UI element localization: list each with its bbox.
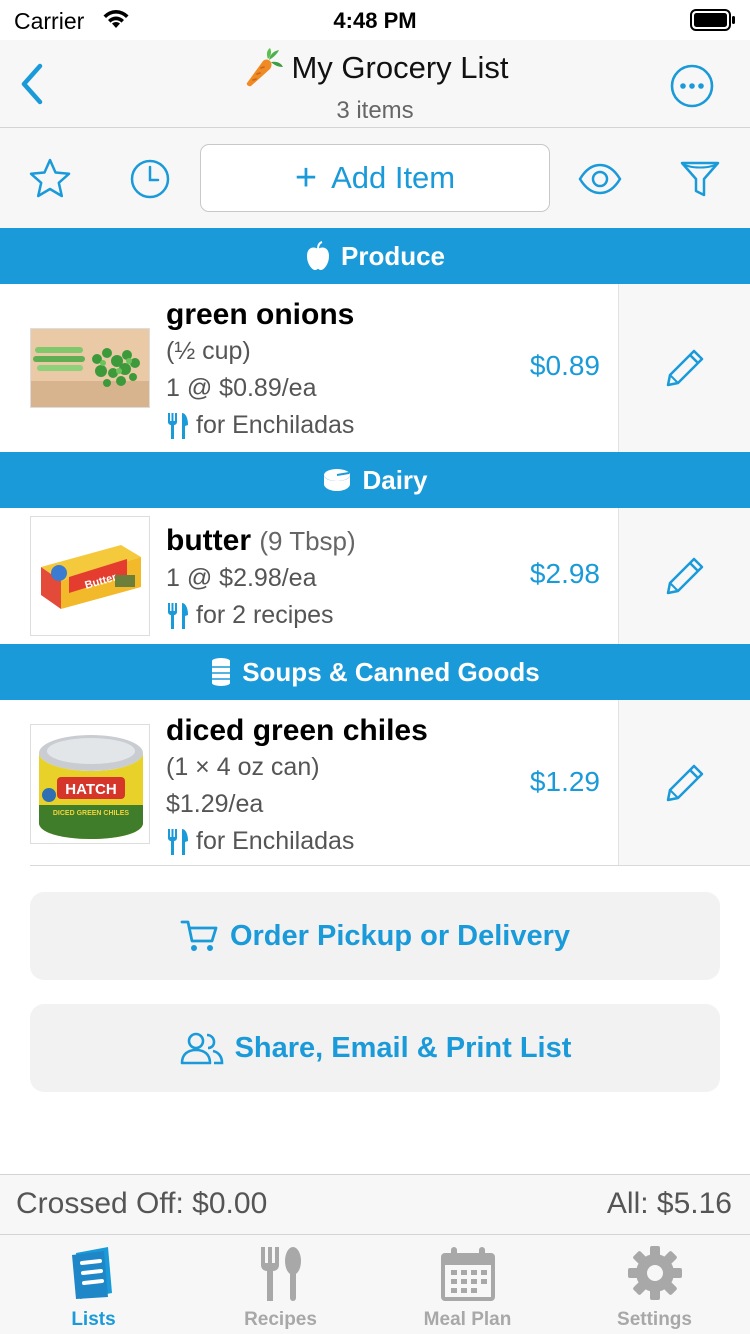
filter-button[interactable] xyxy=(678,157,722,201)
all-total: All: $5.16 xyxy=(606,1187,732,1220)
can-icon xyxy=(212,658,231,686)
list-title: My Grocery List xyxy=(291,50,509,85)
tab-lists[interactable]: Lists xyxy=(0,1235,187,1334)
battery-icon xyxy=(690,9,736,36)
totals-bar: Crossed Off: $0.00 All: $5.16 xyxy=(0,1174,750,1234)
fork-knife-icon xyxy=(168,828,188,855)
cheese-icon xyxy=(324,469,351,491)
hatch-brand-label: HATCH xyxy=(65,781,116,798)
item-recipe-label: for Enchiladas xyxy=(196,411,355,439)
item-details: butter (9 Tbsp) 1 @ $2.98/ea for 2 recip… xyxy=(166,522,356,634)
order-pickup-delivery-button[interactable]: Order Pickup or Delivery xyxy=(30,892,720,980)
pencil-icon xyxy=(666,349,703,387)
navigation-bar: My Grocery List 3 items xyxy=(0,40,750,128)
funnel-icon xyxy=(680,161,720,197)
item-recipe: for 2 recipes xyxy=(166,597,356,634)
tab-recipes[interactable]: Recipes xyxy=(187,1235,374,1334)
tab-label: Recipes xyxy=(244,1309,317,1330)
item-name: butter xyxy=(166,524,251,557)
clock-label: 4:48 PM xyxy=(333,8,417,33)
item-details: diced green chiles (1 × 4 oz can) $1.29/… xyxy=(166,712,428,860)
item-price: $2.98 xyxy=(529,558,600,589)
pencil-icon xyxy=(666,557,703,595)
list-toolbar: + Add Item xyxy=(0,128,750,228)
item-recipe-label: for 2 recipes xyxy=(196,601,334,629)
item-unit-price: 1 @ $0.89/ea xyxy=(166,374,317,402)
favorites-button[interactable] xyxy=(28,157,72,201)
item-recipe-label: for Enchiladas xyxy=(196,827,355,855)
section-title: Soups & Canned Goods xyxy=(242,656,540,687)
tab-bar: Lists Recipes Meal Plan Settings xyxy=(0,1234,750,1334)
share-button-label: Share, Email & Print List xyxy=(234,1031,572,1064)
item-recipe: for Enchiladas xyxy=(166,823,428,860)
item-quantity: (½ cup) xyxy=(166,337,251,365)
edit-item-button[interactable] xyxy=(618,284,750,452)
more-options-button[interactable] xyxy=(670,64,714,108)
tab-label: Settings xyxy=(617,1309,692,1330)
tab-settings[interactable]: Settings xyxy=(561,1235,748,1334)
clock-icon xyxy=(130,159,170,199)
fork-knife-icon xyxy=(168,412,188,439)
plus-icon: + xyxy=(294,157,318,199)
item-name: diced green chiles xyxy=(166,714,428,747)
page-title: My Grocery List xyxy=(241,46,509,90)
calendar-icon xyxy=(440,1247,495,1301)
crossed-off-total: Crossed Off: $0.00 xyxy=(16,1187,268,1220)
tab-label: Lists xyxy=(71,1309,116,1330)
item-image-butter: Butter xyxy=(30,516,150,636)
list-icon xyxy=(71,1247,112,1299)
nav-title-group: My Grocery List 3 items xyxy=(0,46,750,125)
item-quantity: (1 × 4 oz can) xyxy=(166,753,320,781)
share-email-print-button[interactable]: Share, Email & Print List xyxy=(30,1004,720,1092)
recent-items-button[interactable] xyxy=(128,157,172,201)
star-icon xyxy=(29,158,71,198)
carrot-icon xyxy=(247,48,284,87)
section-title: Produce xyxy=(340,240,446,271)
item-unit-price: 1 @ $2.98/ea xyxy=(166,564,317,592)
item-recipe: for Enchiladas xyxy=(166,407,354,444)
edit-item-button[interactable] xyxy=(618,508,750,644)
item-unit-price: $1.29/ea xyxy=(166,790,264,818)
view-options-button[interactable] xyxy=(578,157,622,201)
section-header-produce: Produce xyxy=(0,228,750,284)
hatch-product-label: DICED GREEN CHILES xyxy=(53,810,130,817)
edit-item-button[interactable] xyxy=(618,700,750,866)
item-name: green onions xyxy=(166,298,355,331)
tab-meal-plan[interactable]: Meal Plan xyxy=(374,1235,561,1334)
add-item-label: Add Item xyxy=(331,160,456,195)
row-divider xyxy=(30,865,750,866)
eye-icon xyxy=(578,163,622,195)
fork-knife-icon xyxy=(168,602,188,629)
add-item-button[interactable]: + Add Item xyxy=(200,144,550,212)
gear-icon xyxy=(627,1246,682,1300)
fork-knife-icon xyxy=(260,1247,301,1301)
shopping-cart-icon xyxy=(180,920,218,951)
item-price: $1.29 xyxy=(529,766,600,797)
section-title: Dairy xyxy=(362,464,428,495)
list-item[interactable]: HATCH DICED GREEN CHILES diced green chi… xyxy=(0,700,750,866)
section-header-dairy: Dairy xyxy=(0,452,750,508)
item-details: green onions (½ cup) 1 @ $0.89/ea for En… xyxy=(166,296,354,444)
ellipsis-circle-icon xyxy=(670,64,714,108)
item-quantity: (9 Tbsp) xyxy=(259,526,356,556)
item-count: 3 items xyxy=(336,97,414,124)
apple-icon xyxy=(306,241,329,270)
tab-label: Meal Plan xyxy=(423,1309,512,1330)
list-item[interactable]: green onions (½ cup) 1 @ $0.89/ea for En… xyxy=(0,284,750,452)
list-item[interactable]: Butter butter (9 Tbsp) 1 @ $2.98/ea for … xyxy=(0,508,750,644)
section-header-soups-canned-goods: Soups & Canned Goods xyxy=(0,644,750,700)
item-name-line: butter (9 Tbsp) xyxy=(166,522,356,560)
pencil-icon xyxy=(666,764,703,802)
item-price: $0.89 xyxy=(529,350,600,381)
item-image-diced-green-chiles: HATCH DICED GREEN CHILES xyxy=(30,724,150,844)
order-button-label: Order Pickup or Delivery xyxy=(229,919,571,952)
status-bar: Carrier 4:48 PM xyxy=(0,0,750,40)
people-icon xyxy=(180,1032,223,1065)
item-image-green-onions xyxy=(30,328,150,408)
